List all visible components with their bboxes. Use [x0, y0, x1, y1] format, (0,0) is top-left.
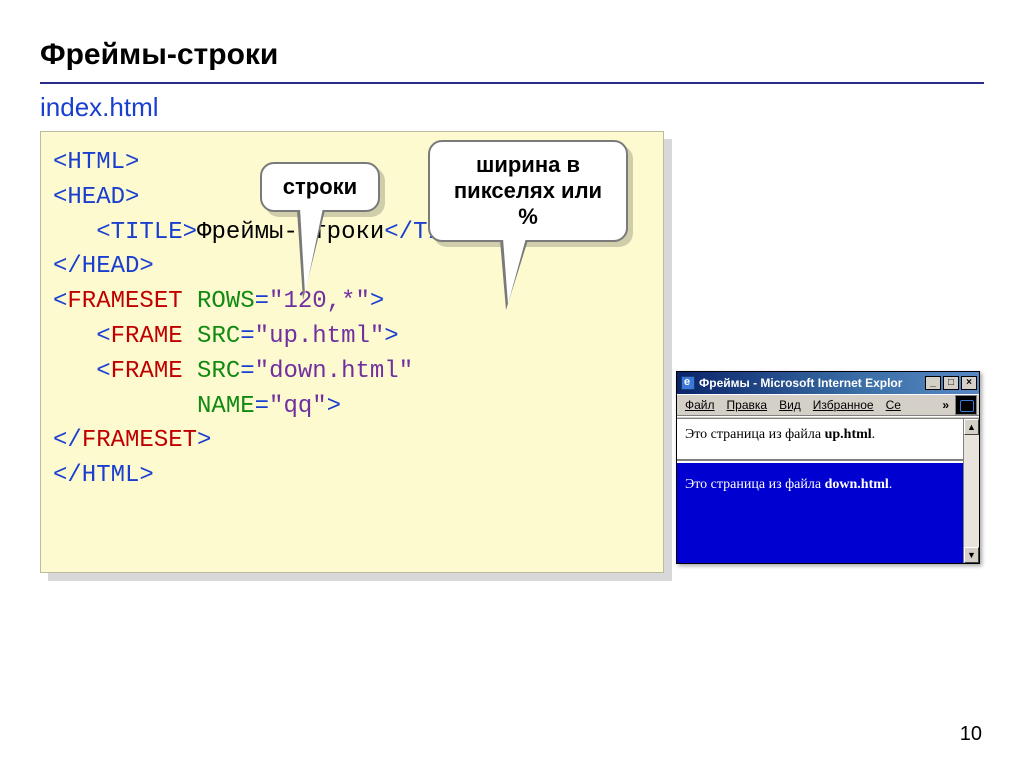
frame-up-text-a: Это страница из файла	[685, 427, 825, 442]
code-lt: <	[96, 358, 110, 385]
ie-icon	[681, 376, 695, 390]
ie-content-area: Это страница из файла up.html. Это стран…	[677, 419, 979, 563]
code-indent	[53, 323, 96, 350]
window-close-button[interactable]: ×	[961, 376, 977, 390]
code-frameset-close: FRAMESET	[82, 427, 197, 454]
code-frame-tag: FRAME	[111, 358, 183, 385]
code-gt: >	[384, 323, 398, 350]
callout-width-text: ширина в пикселях или %	[454, 152, 602, 229]
scrollbar[interactable]: ▲ ▼	[963, 419, 979, 563]
code-indent	[53, 358, 96, 385]
code-frameset-open: FRAMESET	[67, 288, 182, 315]
code-lt: </	[53, 427, 82, 454]
ie-menubar: Файл Правка Вид Избранное Се »	[677, 394, 979, 416]
code-gt: >	[197, 427, 211, 454]
slide-title: Фреймы-строки	[40, 38, 984, 72]
code-eq: =	[255, 393, 269, 420]
callout-rows-text: строки	[283, 174, 357, 199]
code-title-open: <TITLE>	[96, 219, 197, 246]
ie-title-text: Фреймы - Microsoft Internet Explor	[699, 376, 923, 390]
code-eq: =	[240, 323, 254, 350]
ie-throbber-icon	[955, 395, 977, 415]
code-name-attr: NAME	[197, 393, 255, 420]
frame-down-text-a: Это страница из файла	[685, 477, 825, 492]
window-minimize-button[interactable]: _	[925, 376, 941, 390]
code-frame-tag: FRAME	[111, 323, 183, 350]
code-eq: =	[255, 288, 269, 315]
code-sp	[183, 323, 197, 350]
callout-tail	[500, 240, 528, 310]
scroll-up-button[interactable]: ▲	[964, 419, 979, 435]
menu-edit[interactable]: Правка	[721, 396, 774, 414]
frame-up: Это страница из файла up.html.	[677, 419, 963, 461]
menu-view[interactable]: Вид	[773, 396, 807, 414]
callout-tail	[297, 210, 325, 300]
menu-favorites[interactable]: Избранное	[807, 396, 880, 414]
frame-down-text-c: .	[889, 477, 893, 492]
scroll-down-button[interactable]: ▼	[964, 547, 979, 563]
callout-width: ширина в пикселях или %	[428, 140, 628, 242]
ie-window: Фреймы - Microsoft Internet Explor _ □ ×…	[676, 371, 980, 564]
callout-rows: строки	[260, 162, 380, 212]
frame-up-text-c: .	[872, 427, 876, 442]
code-indent	[53, 219, 96, 246]
menu-help[interactable]: Се	[880, 396, 907, 414]
ie-titlebar[interactable]: Фреймы - Microsoft Internet Explor _ □ ×	[677, 372, 979, 394]
code-lt: <	[96, 323, 110, 350]
code-eq: =	[240, 358, 254, 385]
code-lt: <	[53, 288, 67, 315]
filename-label: index.html	[40, 92, 984, 123]
code-sp	[183, 358, 197, 385]
code-sp	[183, 288, 197, 315]
frame-down: Это страница из файла down.html.	[677, 463, 963, 563]
title-divider	[40, 82, 984, 84]
menu-file[interactable]: Файл	[679, 396, 721, 414]
code-html-open: <HTML>	[53, 149, 139, 176]
code-src-attr: SRC	[197, 358, 240, 385]
code-head-close: </HEAD>	[53, 253, 154, 280]
code-indent	[53, 393, 197, 420]
code-head-open: <HEAD>	[53, 184, 139, 211]
code-gt: >	[327, 393, 341, 420]
scroll-track[interactable]	[964, 435, 979, 547]
code-gt: >	[370, 288, 384, 315]
code-src-attr: SRC	[197, 323, 240, 350]
code-src-val: "up.html"	[255, 323, 385, 350]
code-rows-attr: ROWS	[197, 288, 255, 315]
code-src-val: "down.html"	[255, 358, 413, 385]
frame-down-text-b: down.html	[825, 477, 889, 492]
code-name-val: "qq"	[269, 393, 327, 420]
frame-up-text-b: up.html	[825, 427, 872, 442]
menu-chevron-icon[interactable]: »	[940, 398, 951, 412]
page-number: 10	[960, 723, 982, 746]
code-title-text: Фреймы-строки	[197, 219, 384, 246]
code-html-close: </HTML>	[53, 462, 154, 489]
window-maximize-button[interactable]: □	[943, 376, 959, 390]
